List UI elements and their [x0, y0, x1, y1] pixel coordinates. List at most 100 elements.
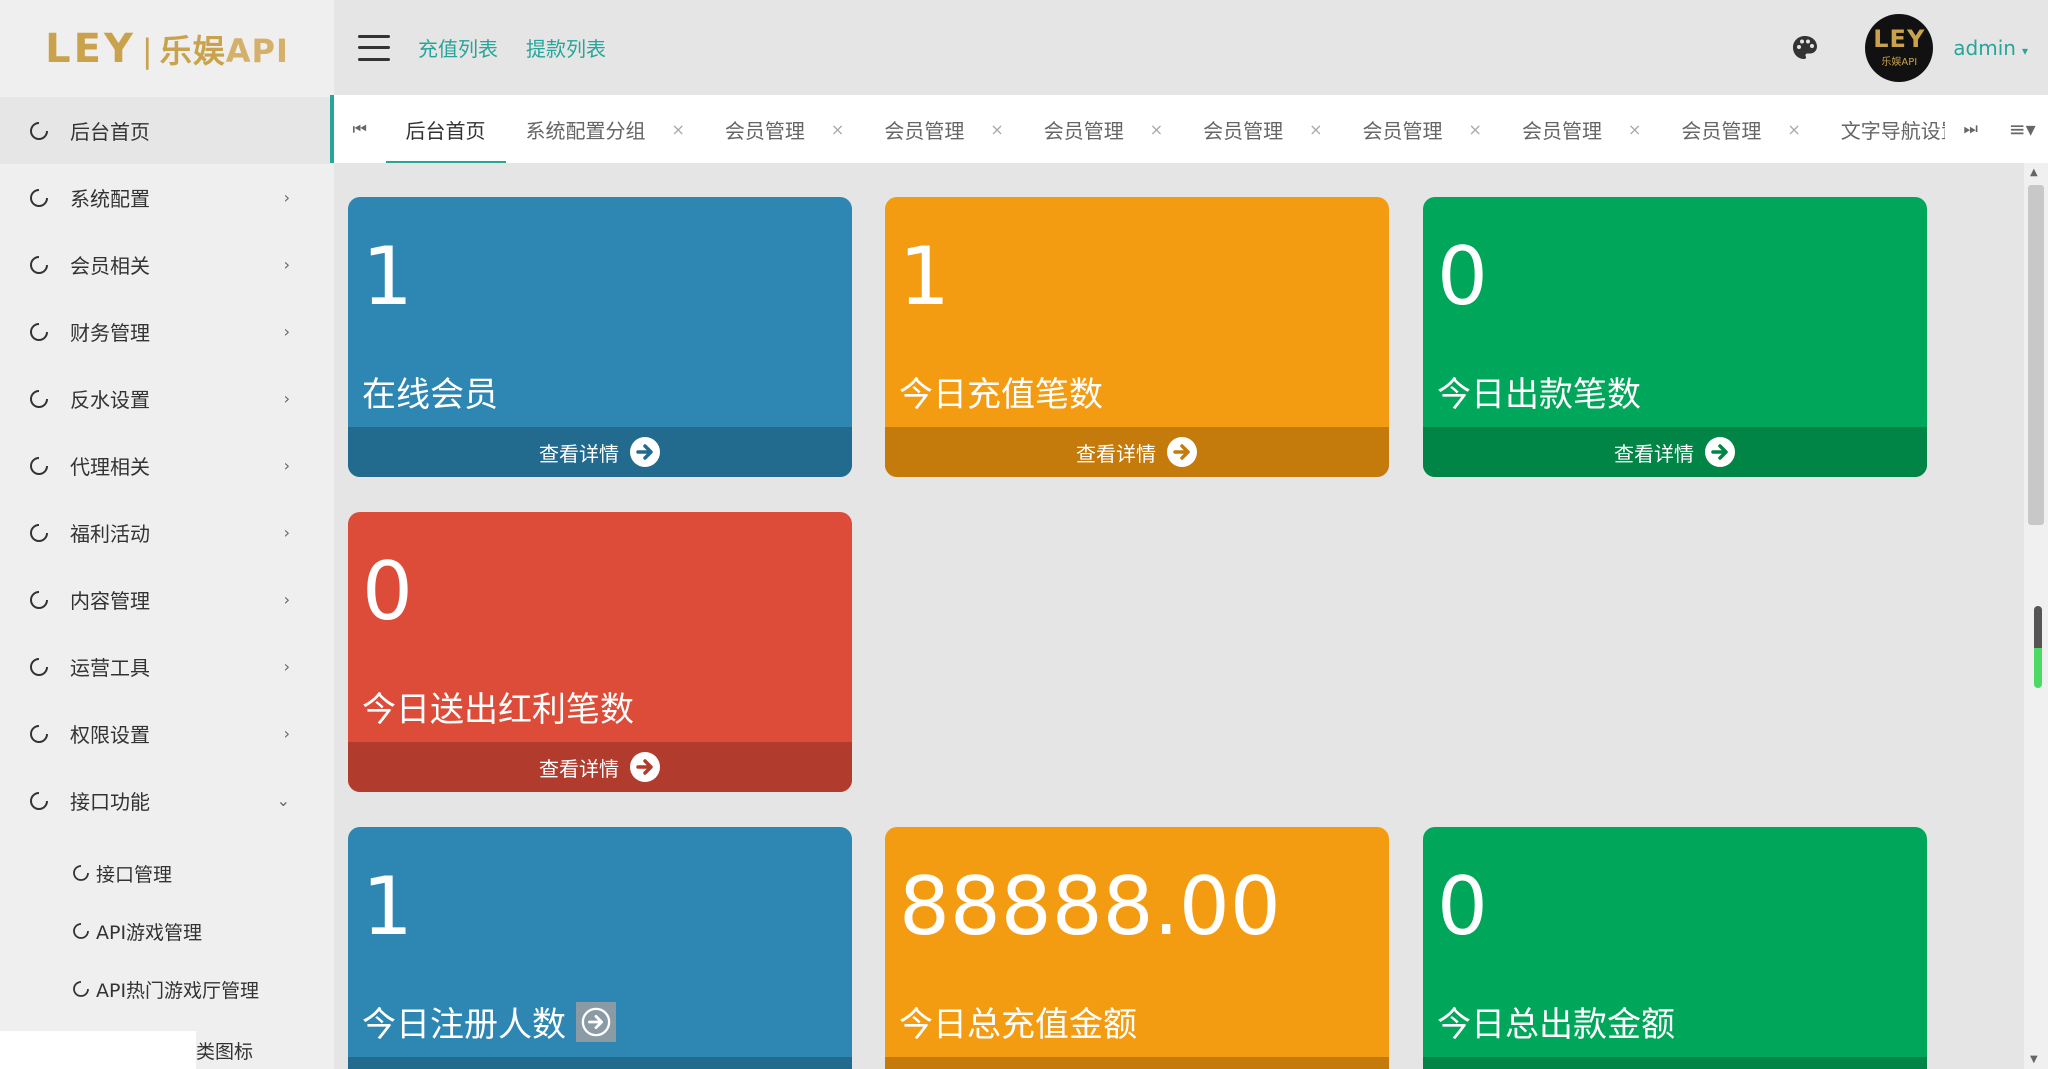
tab-label: 会员管理 — [1681, 118, 1762, 143]
tab-member-manage[interactable]: 会员管理 × — [1661, 95, 1820, 163]
circle-notch-icon — [72, 922, 90, 940]
sidebar-item-label: 运营工具 — [70, 656, 150, 680]
stat-label: 今日充值笔数 — [899, 375, 1103, 415]
view-details-link[interactable]: 查看详情 — [348, 427, 852, 477]
sidebar-bottom-item[interactable]: 类图标 — [0, 1031, 334, 1069]
chevron-right-icon: › — [283, 523, 290, 542]
close-icon[interactable]: × — [1309, 120, 1322, 139]
tab-dashboard[interactable]: 后台首页 — [385, 95, 506, 163]
scroll-up-icon[interactable]: ▲ — [2030, 167, 2038, 178]
tab-next-icon[interactable]: ⏭ — [1945, 95, 1997, 163]
avatar[interactable]: LEY 乐娱API — [1865, 13, 1934, 82]
tab-menu-icon[interactable]: ≡▾ — [1996, 95, 2048, 163]
sidebar-item-finance[interactable]: 财务管理 › — [0, 298, 334, 365]
brand-logo[interactable]: LEY | 乐娱API — [0, 0, 334, 97]
top-bar: 充值列表 提款列表 LEY 乐娱API admin ▾ — [334, 0, 2048, 95]
tab-member-manage[interactable]: 会员管理 × — [1502, 95, 1661, 163]
sidebar-item-dashboard[interactable]: 后台首页 — [0, 97, 334, 164]
sidebar-item-content[interactable]: 内容管理 › — [0, 566, 334, 633]
close-icon[interactable]: × — [1469, 120, 1482, 139]
card-footer[interactable] — [348, 1057, 852, 1069]
scroll-down-icon[interactable]: ▼ — [2030, 1054, 2038, 1065]
card-footer[interactable] — [885, 1057, 1389, 1069]
sidebar-subitem-label: API热门游戏厅管理 — [96, 979, 260, 1002]
view-details-link[interactable]: 查看详情 — [348, 742, 852, 792]
circle-notch-icon — [28, 120, 50, 142]
sidebar-subitem-api-hot-halls[interactable]: API热门游戏厅管理 — [0, 960, 334, 1018]
close-icon[interactable]: × — [831, 120, 844, 139]
hamburger-menu-icon[interactable] — [358, 34, 390, 61]
arrow-circle-right-icon[interactable] — [576, 1001, 616, 1042]
sidebar-item-promotions[interactable]: 福利活动 › — [0, 499, 334, 566]
sidebar-item-label: 反水设置 — [70, 388, 150, 412]
sidebar-item-label: 财务管理 — [70, 321, 150, 345]
sidebar-item-permissions[interactable]: 权限设置 › — [0, 700, 334, 767]
circle-notch-icon — [28, 254, 50, 276]
tab-member-manage[interactable]: 会员管理 × — [1024, 95, 1183, 163]
tab-label: 会员管理 — [884, 118, 965, 143]
palette-icon[interactable] — [1791, 34, 1819, 62]
close-icon[interactable]: × — [1787, 120, 1800, 139]
stat-label: 今日总充值金额 — [899, 1005, 1137, 1045]
sidebar-item-operations[interactable]: 运营工具 › — [0, 633, 334, 700]
withdraw-list-link[interactable]: 提款列表 — [526, 33, 606, 62]
user-name: admin — [1953, 35, 2016, 60]
tab-member-manage[interactable]: 会员管理 × — [705, 95, 864, 163]
view-details-link[interactable]: 查看详情 — [1423, 427, 1927, 477]
stat-value: 0 — [1437, 860, 1488, 953]
arrow-circle-right-icon — [629, 751, 661, 783]
tooltip-overlay — [0, 1031, 196, 1069]
sidebar-item-system-config[interactable]: 系统配置 › — [0, 164, 334, 231]
stat-card-today-total-withdraw: 0 今日总出款金额 — [1423, 827, 1927, 1069]
stat-label: 今日出款笔数 — [1437, 375, 1641, 415]
logo-separator: | — [141, 31, 154, 70]
circle-notch-icon — [28, 388, 50, 410]
stat-card-today-recharge-count: 1 今日充值笔数 查看详情 — [885, 197, 1389, 477]
stat-card-today-registrations: 1 今日注册人数 — [348, 827, 852, 1069]
chevron-right-icon: › — [283, 389, 290, 408]
close-icon[interactable]: × — [990, 120, 1003, 139]
tab-prev-icon[interactable]: ⏮ — [334, 95, 386, 163]
view-details-link[interactable]: 查看详情 — [885, 427, 1389, 477]
tab-label: 会员管理 — [724, 118, 805, 143]
tabs-list: 后台首页 系统配置分组 × 会员管理 × 会员管理 × 会员管理 × 会员管理 × 会员管… — [385, 95, 1945, 163]
sidebar-bottom-label: 类图标 — [196, 1040, 254, 1063]
sidebar-item-label: 接口功能 — [70, 790, 150, 814]
avatar-mark: LEY — [1873, 25, 1926, 53]
sidebar-item-rebate[interactable]: 反水设置 › — [0, 365, 334, 432]
scrollbar-thumb[interactable] — [2028, 185, 2044, 525]
tab-member-manage[interactable]: 会员管理 × — [1183, 95, 1342, 163]
recharge-list-link[interactable]: 充值列表 — [418, 33, 498, 62]
vertical-scrollbar[interactable]: ▲ ▼ — [2024, 163, 2048, 1069]
chevron-right-icon: › — [283, 255, 290, 274]
close-icon[interactable]: × — [672, 120, 685, 139]
close-icon[interactable]: × — [1628, 120, 1641, 139]
stat-label: 今日注册人数 — [362, 997, 616, 1046]
sidebar-item-agents[interactable]: 代理相关 › — [0, 432, 334, 499]
circle-notch-icon — [28, 321, 50, 343]
sidebar-item-members[interactable]: 会员相关 › — [0, 231, 334, 298]
sidebar-subitem-label: 接口管理 — [96, 863, 173, 886]
chevron-right-icon: › — [283, 188, 290, 207]
circle-notch-icon — [28, 455, 50, 477]
sidebar-item-api[interactable]: 接口功能 ⌄ — [0, 767, 334, 834]
dashboard-content: 1 在线会员 查看详情 1 今日充值笔数 查看详情 0 今日出款笔数 查看详情 … — [334, 163, 2024, 1069]
sidebar: LEY | 乐娱API 后台首页 系统配置 › 会员相关 › 财务管理 › 反水设置… — [0, 0, 334, 1069]
tab-member-manage[interactable]: 会员管理 × — [1343, 95, 1502, 163]
user-menu[interactable]: admin ▾ — [1953, 36, 2028, 60]
sidebar-subitem-api-manage[interactable]: 接口管理 — [0, 844, 334, 902]
tab-member-manage[interactable]: 会员管理 × — [864, 95, 1023, 163]
tab-bar: ⏮ 后台首页 系统配置分组 × 会员管理 × 会员管理 × 会员管理 × 会员管理 × 会… — [330, 95, 2048, 163]
tab-label: 文字导航设置 — [1840, 118, 1945, 143]
tab-label: 后台首页 — [405, 118, 486, 143]
sidebar-subitem-api-games[interactable]: API游戏管理 — [0, 902, 334, 960]
stat-label: 在线会员 — [362, 375, 498, 415]
sidebar-item-label: 代理相关 — [70, 455, 150, 479]
tab-text-nav-settings[interactable]: 文字导航设置 — [1821, 95, 1945, 163]
circle-notch-icon — [72, 864, 90, 882]
sidebar-item-label: 内容管理 — [70, 589, 150, 613]
sidebar-item-label: 福利活动 — [70, 522, 150, 546]
card-footer[interactable] — [1423, 1057, 1927, 1069]
tab-system-config-group[interactable]: 系统配置分组 × — [506, 95, 705, 163]
close-icon[interactable]: × — [1150, 120, 1163, 139]
